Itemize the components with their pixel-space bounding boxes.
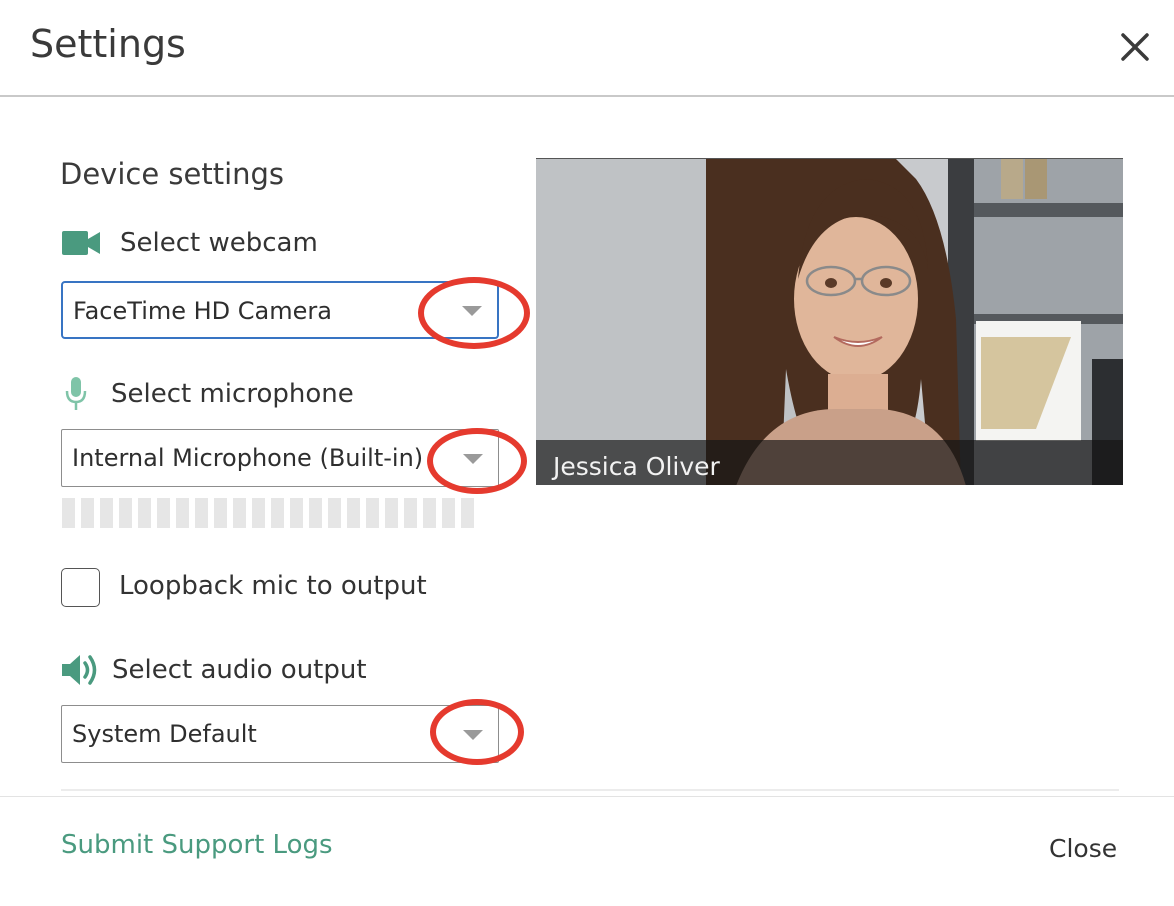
meter-segment xyxy=(138,498,151,528)
device-settings-heading: Device settings xyxy=(60,157,285,191)
meter-segment xyxy=(252,498,265,528)
meter-segment xyxy=(290,498,303,528)
webcam-select-value: FaceTime HD Camera xyxy=(73,297,332,325)
microphone-select-value: Internal Microphone (Built-in) xyxy=(72,444,424,472)
meter-segment xyxy=(404,498,417,528)
meter-segment xyxy=(423,498,436,528)
loopback-label: Loopback mic to output xyxy=(119,571,427,601)
meter-segment xyxy=(100,498,113,528)
meter-segment xyxy=(195,498,208,528)
participant-name: Jessica Oliver xyxy=(553,452,720,481)
meter-segment xyxy=(309,498,322,528)
audio-output-select-value: System Default xyxy=(72,720,257,748)
submit-support-logs-link[interactable]: Submit Support Logs xyxy=(61,830,333,860)
chevron-down-icon[interactable] xyxy=(463,454,483,464)
loopback-checkbox[interactable] xyxy=(61,568,100,607)
microphone-icon xyxy=(60,376,92,412)
meter-segment xyxy=(385,498,398,528)
chevron-down-icon[interactable] xyxy=(463,730,483,740)
close-icon[interactable] xyxy=(1116,28,1154,66)
meter-segment xyxy=(347,498,360,528)
preview-image xyxy=(536,159,1123,485)
meter-segment xyxy=(157,498,170,528)
video-camera-icon xyxy=(60,228,102,258)
divider xyxy=(0,796,1174,797)
audio-output-label: Select audio output xyxy=(112,655,367,685)
mic-level-meter xyxy=(62,498,500,528)
divider xyxy=(61,789,1119,791)
meter-segment xyxy=(119,498,132,528)
meter-segment xyxy=(271,498,284,528)
meter-segment xyxy=(366,498,379,528)
meter-segment xyxy=(176,498,189,528)
microphone-label-row: Select microphone xyxy=(60,376,354,412)
meter-segment xyxy=(328,498,341,528)
close-button[interactable]: Close xyxy=(1049,834,1117,863)
audio-output-label-row: Select audio output xyxy=(60,652,367,688)
name-overlay: Jessica Oliver xyxy=(536,440,1123,485)
dialog-header: Settings xyxy=(0,0,1174,97)
meter-segment xyxy=(461,498,474,528)
dialog-title: Settings xyxy=(30,22,186,66)
webcam-preview: Jessica Oliver xyxy=(536,158,1123,485)
microphone-select[interactable]: Internal Microphone (Built-in) xyxy=(61,429,499,487)
meter-segment xyxy=(442,498,455,528)
audio-output-select[interactable]: System Default xyxy=(61,705,499,763)
webcam-label-row: Select webcam xyxy=(60,228,318,258)
speaker-icon xyxy=(60,652,100,688)
meter-segment xyxy=(81,498,94,528)
webcam-select[interactable]: FaceTime HD Camera xyxy=(61,281,499,339)
meter-segment xyxy=(214,498,227,528)
chevron-down-icon[interactable] xyxy=(462,306,482,316)
meter-segment xyxy=(233,498,246,528)
meter-segment xyxy=(62,498,75,528)
microphone-label: Select microphone xyxy=(111,379,354,409)
webcam-label: Select webcam xyxy=(120,228,318,258)
